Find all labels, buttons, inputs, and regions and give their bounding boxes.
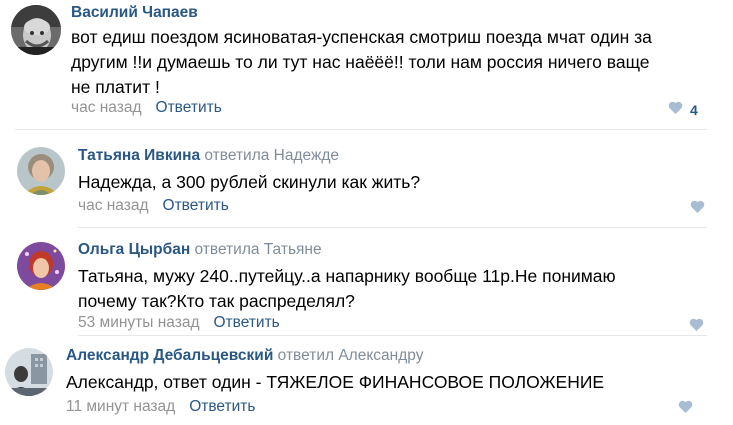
reply-button[interactable]: Ответить <box>156 99 222 116</box>
avatar-aleksandr[interactable] <box>5 348 53 396</box>
comment-time[interactable]: 53 минуты назад <box>78 314 200 331</box>
reply-button[interactable]: Ответить <box>214 314 280 331</box>
comment-time[interactable]: 11 минут назад <box>66 398 175 415</box>
like-button[interactable]: 4 <box>668 101 698 119</box>
comment-author-line: Татьяна Ивкина ответила Надежде <box>78 147 339 165</box>
reply-button[interactable]: Ответить <box>189 398 255 415</box>
like-button[interactable] <box>689 318 704 336</box>
comment-text: Александр, ответ один - ТЯЖЕЛОЕ ФИНАНСОВ… <box>66 372 605 392</box>
comment-text: Надежда, а 300 рублей скинули как жить? <box>78 172 421 192</box>
comment-meta: час назад Ответить <box>71 99 222 117</box>
heart-icon <box>678 400 693 418</box>
replied-to[interactable]: ответила Татьяне <box>195 241 322 258</box>
comment-1: Василий Чапаев вот едиш поездом ясиноват… <box>0 0 733 128</box>
comment-time[interactable]: час назад <box>78 197 149 214</box>
author-name[interactable]: Александр Дебальцевский <box>66 347 273 364</box>
comment-author-line: Александр Дебальцевский ответил Александ… <box>66 347 423 365</box>
comment-4: Александр Дебальцевский ответил Александ… <box>0 336 733 425</box>
avatar-tatyana[interactable] <box>17 147 65 195</box>
comment-author-line: Ольга Цырбан ответила Татьяне <box>78 241 322 259</box>
author-name[interactable]: Татьяна Ивкина <box>78 147 200 164</box>
comment-meta: 11 минут назад Ответить <box>66 398 255 416</box>
replied-to[interactable]: ответила Надежде <box>204 147 339 164</box>
author-name[interactable]: Ольга Цырбан <box>78 241 190 258</box>
heart-icon <box>689 318 704 336</box>
comment-text: вот едиш поездом ясиноватая-успенская см… <box>71 27 652 97</box>
like-button[interactable] <box>690 200 705 218</box>
comment-text: Татьяна, мужу 240..путейцу..а напарнику … <box>78 266 616 311</box>
heart-icon <box>690 200 705 218</box>
comments-thread: Василий Чапаев вот едиш поездом ясиноват… <box>0 0 733 425</box>
avatar-vasiliy[interactable] <box>11 5 61 55</box>
comment-meta: час назад Ответить <box>78 197 229 215</box>
like-count: 4 <box>690 102 698 118</box>
reply-button[interactable]: Ответить <box>163 197 229 214</box>
avatar-olga[interactable] <box>17 242 65 290</box>
comment-meta: 53 минуты назад Ответить <box>78 314 280 332</box>
comment-2: Татьяна Ивкина ответила Надежде Надежда,… <box>0 130 733 230</box>
like-button[interactable] <box>678 400 693 418</box>
comment-author-line: Василий Чапаев <box>71 4 198 22</box>
heart-icon <box>668 101 683 119</box>
comment-3: Ольга Цырбан ответила Татьяне Татьяна, м… <box>0 228 733 338</box>
author-name[interactable]: Василий Чапаев <box>71 4 198 21</box>
replied-to[interactable]: ответил Александру <box>278 347 424 364</box>
comment-time[interactable]: час назад <box>71 99 142 116</box>
